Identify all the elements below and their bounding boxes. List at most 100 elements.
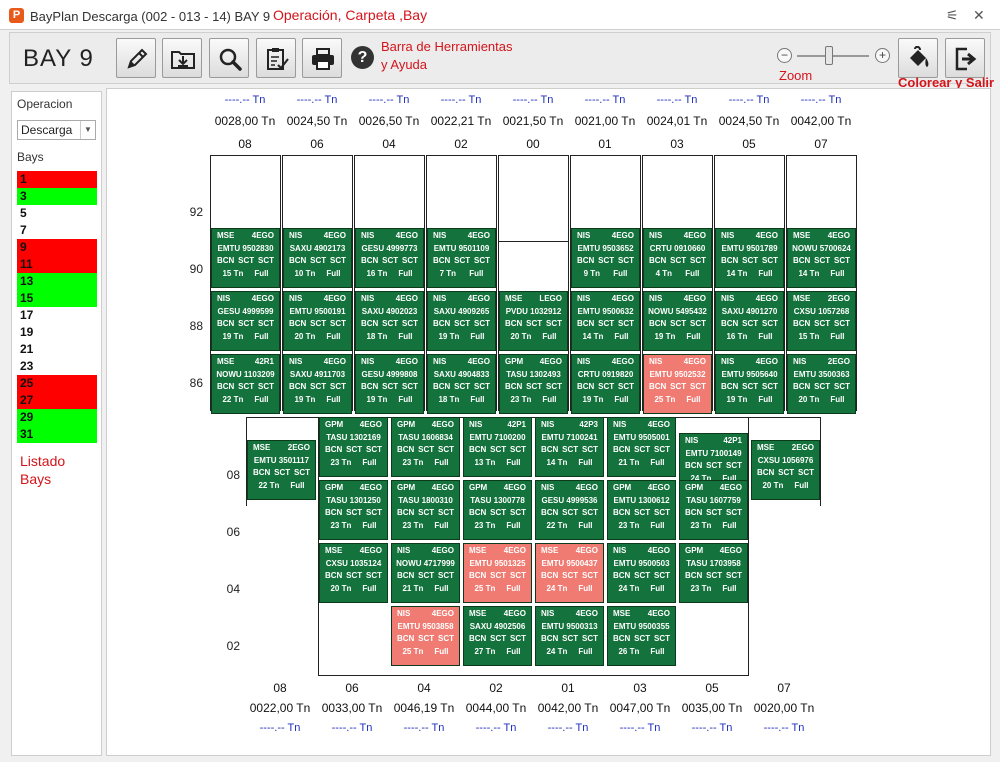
search-button[interactable] — [209, 38, 249, 78]
container-cell[interactable]: NIS 4EGO NOWU 4717999 BCN SCT SCT 21 Tn Full — [391, 543, 460, 603]
container-cell[interactable]: GPM 4EGO TASU 1800310 BCN SCT SCT 23 Tn Full — [391, 480, 460, 540]
zoom-in-icon[interactable]: + — [875, 48, 890, 63]
container-cell[interactable]: NIS 4EGO EMTU 9503858 BCN SCT SCT 25 Tn Full — [391, 606, 460, 666]
container-field: BCN — [289, 382, 307, 391]
container-cell[interactable]: MSE 4EGO NOWU 5700624 BCN SCT SCT 14 Tn Full — [787, 228, 856, 288]
chevron-down-icon[interactable]: ▼ — [80, 121, 95, 139]
bay-list-item[interactable]: 23 — [17, 358, 97, 375]
container-cell[interactable]: NIS 4EGO CRTU 0910660 BCN SCT SCT 4 Tn Full — [643, 228, 712, 288]
help-icon[interactable]: ? — [351, 46, 374, 69]
hold-column-dash: ----.-- Tn — [691, 722, 733, 734]
container-cell[interactable]: GPM 4EGO TASU 1302169 BCN SCT SCT 23 Tn Full — [319, 417, 388, 477]
container-field: NIS — [541, 609, 555, 618]
download-folder-button[interactable] — [162, 38, 202, 78]
container-cell[interactable]: NIS 4EGO GESU 4999808 BCN SCT SCT 19 Tn Full — [355, 354, 424, 414]
container-cell[interactable]: NIS 4EGO GESU 4999536 BCN SCT SCT 22 Tn Full — [535, 480, 604, 540]
container-field: 7 Tn — [439, 268, 457, 278]
container-field: NIS — [721, 231, 735, 240]
container-cell[interactable]: GPM 4EGO TASU 1302493 BCN SCT SCT 23 Tn Full — [499, 354, 568, 414]
operation-select[interactable]: Descarga ▼ — [17, 120, 96, 140]
container-row: GPM 4EGO — [680, 545, 747, 558]
container-field: Full — [470, 331, 485, 341]
edit-button[interactable] — [116, 38, 156, 78]
container-cell[interactable]: NIS 42P1 EMTU 7100200 BCN SCT SCT 13 Tn Full — [463, 417, 532, 477]
container-field: SCT — [562, 508, 579, 517]
container-field: NOWU 4717999 — [396, 558, 455, 568]
bay-list-item[interactable]: 19 — [17, 324, 97, 341]
container-cell[interactable]: NIS 4EGO GESU 4999773 BCN SCT SCT 16 Tn Full — [355, 228, 424, 288]
container-cell[interactable]: NIS 4EGO SAXU 4909265 BCN SCT SCT 19 Tn Full — [427, 291, 496, 351]
bay-list-item[interactable]: 31 — [17, 426, 97, 443]
container-cell[interactable]: NIS 4EGO EMTU 9502532 BCN SCT SCT 25 Tn Full — [643, 354, 712, 414]
container-cell[interactable]: NIS 4EGO EMTU 9501789 BCN SCT SCT 14 Tn Full — [715, 228, 784, 288]
container-field: 4EGO — [503, 609, 526, 618]
container-cell[interactable]: NIS 4EGO EMTU 9505001 BCN SCT SCT 21 Tn Full — [607, 417, 676, 477]
container-cell[interactable]: NIS 4EGO SAXU 4902023 BCN SCT SCT 18 Tn Full — [355, 291, 424, 351]
container-cell[interactable]: GPM 4EGO TASU 1606834 BCN SCT SCT 23 Tn Full — [391, 417, 460, 477]
container-cell[interactable]: NIS 4EGO GESU 4999599 BCN SCT SCT 19 Tn Full — [211, 291, 280, 351]
container-cell[interactable]: NIS 4EGO SAXU 4911703 BCN SCT SCT 19 Tn Full — [283, 354, 352, 414]
zoom-slider-thumb[interactable] — [825, 46, 834, 65]
exit-button[interactable] — [945, 38, 985, 78]
container-cell[interactable]: NIS 4EGO SAXU 4904833 BCN SCT SCT 18 Tn Full — [427, 354, 496, 414]
container-field: 20 Tn — [510, 331, 532, 341]
container-field: EMTU 3501117 — [253, 455, 310, 465]
container-cell[interactable]: NIS 4EGO EMTU 9500503 BCN SCT SCT 24 Tn Full — [607, 543, 676, 603]
bay-list-item[interactable]: 1 — [17, 171, 97, 188]
bay-list-item[interactable]: 21 — [17, 341, 97, 358]
close-icon[interactable]: ✕ — [973, 7, 985, 24]
container-cell[interactable]: MSE 4EGO CXSU 1035124 BCN SCT SCT 20 Tn Full — [319, 543, 388, 603]
container-cell[interactable]: GPM 4EGO TASU 1301250 BCN SCT SCT 23 Tn Full — [319, 480, 388, 540]
container-field: BCN — [361, 319, 379, 328]
bay-list-item[interactable]: 5 — [17, 205, 97, 222]
container-cell[interactable]: GPM 4EGO TASU 1607759 BCN SCT SCT 23 Tn Full — [679, 480, 748, 540]
print-button[interactable] — [302, 38, 342, 78]
container-cell[interactable]: NIS 4EGO EMTU 9505640 BCN SCT SCT 19 Tn Full — [715, 354, 784, 414]
bay-list-item[interactable]: 3 — [17, 188, 97, 205]
container-cell[interactable]: GPM 4EGO TASU 1300778 BCN SCT SCT 23 Tn Full — [463, 480, 532, 540]
bay-list-item[interactable]: 17 — [17, 307, 97, 324]
container-row: NIS 4EGO — [608, 545, 675, 558]
container-cell[interactable]: NIS 4EGO EMTU 9501109 BCN SCT SCT 7 Tn Full — [427, 228, 496, 288]
container-field: Full — [326, 331, 341, 341]
restore-icon[interactable]: ⚟ — [946, 7, 959, 24]
container-cell[interactable]: MSE 2EGO CXSU 1057268 BCN SCT SCT 15 Tn Full — [787, 291, 856, 351]
checklist-button[interactable] — [256, 38, 296, 78]
container-cell[interactable]: NIS 4EGO SAXU 4902173 BCN SCT SCT 10 Tn Full — [283, 228, 352, 288]
container-cell[interactable]: GPM 4EGO EMTU 1300612 BCN SCT SCT 23 Tn Full — [607, 480, 676, 540]
container-cell[interactable]: MSE 4EGO EMTU 9501325 BCN SCT SCT 25 Tn Full — [463, 543, 532, 603]
container-cell[interactable]: MSE 42R1 NOWU 1103209 BCN SCT SCT 22 Tn Full — [211, 354, 280, 414]
bay-list-item[interactable]: 27 — [17, 392, 97, 409]
zoom-out-icon[interactable]: − — [777, 48, 792, 63]
bay-list-item[interactable]: 15 — [17, 290, 97, 307]
container-cell[interactable]: NIS 4EGO EMTU 9500313 BCN SCT SCT 24 Tn Full — [535, 606, 604, 666]
container-cell[interactable]: MSE LEGO PVDU 1032912 BCN SCT SCT 20 Tn Full — [499, 291, 568, 351]
container-cell[interactable]: GPM 4EGO TASU 1703958 BCN SCT SCT 23 Tn Full — [679, 543, 748, 603]
container-cell[interactable]: MSE 4EGO EMTU 9500437 BCN SCT SCT 24 Tn Full — [535, 543, 604, 603]
bay-list-item[interactable]: 9 — [17, 239, 97, 256]
container-cell[interactable]: MSE 4EGO SAXU 4902506 BCN SCT SCT 27 Tn Full — [463, 606, 532, 666]
container-cell[interactable]: NIS 4EGO CRTU 0919820 BCN SCT SCT 19 Tn Full — [571, 354, 640, 414]
bay-list-item[interactable]: 7 — [17, 222, 97, 239]
container-cell[interactable]: MSE 4EGO EMTU 9502830 BCN SCT SCT 15 Tn Full — [211, 228, 280, 288]
deck-column-dash: ----.-- Tn — [656, 94, 698, 106]
bay-list-item[interactable]: 25 — [17, 375, 97, 392]
container-cell[interactable]: NIS 42P3 EMTU 7100241 BCN SCT SCT 14 Tn Full — [535, 417, 604, 477]
container-cell[interactable]: NIS 4EGO SAXU 4901270 BCN SCT SCT 16 Tn Full — [715, 291, 784, 351]
bay-list-item[interactable]: 29 — [17, 409, 97, 426]
color-button[interactable] — [898, 38, 938, 78]
container-cell[interactable]: MSE 2EGO CXSU 1056976 BCN SCT SCT 20 Tn Full — [751, 440, 820, 500]
container-cell[interactable]: NIS 4EGO NOWU 5495432 BCN SCT SCT 19 Tn Full — [643, 291, 712, 351]
container-row: BCN SCT SCT — [356, 318, 423, 331]
container-cell[interactable]: NIS 4EGO EMTU 9503652 BCN SCT SCT 9 Tn Full — [571, 228, 640, 288]
container-cell[interactable]: NIS 4EGO EMTU 9500632 BCN SCT SCT 14 Tn Full — [571, 291, 640, 351]
container-field: EMTU 7100200 — [469, 432, 526, 442]
container-cell[interactable]: MSE 4EGO EMTU 9500355 BCN SCT SCT 26 Tn Full — [607, 606, 676, 666]
bay-list-item[interactable]: 13 — [17, 273, 97, 290]
container-cell[interactable]: MSE 2EGO EMTU 3501117 BCN SCT SCT 22 Tn Full — [247, 440, 316, 500]
hold-row-label: 04 — [226, 582, 240, 596]
deck-row-label: 88 — [189, 319, 203, 333]
bay-list-item[interactable]: 11 — [17, 256, 97, 273]
container-cell[interactable]: NIS 2EGO EMTU 3500363 BCN SCT SCT 20 Tn Full — [787, 354, 856, 414]
container-cell[interactable]: NIS 4EGO EMTU 9500191 BCN SCT SCT 20 Tn Full — [283, 291, 352, 351]
